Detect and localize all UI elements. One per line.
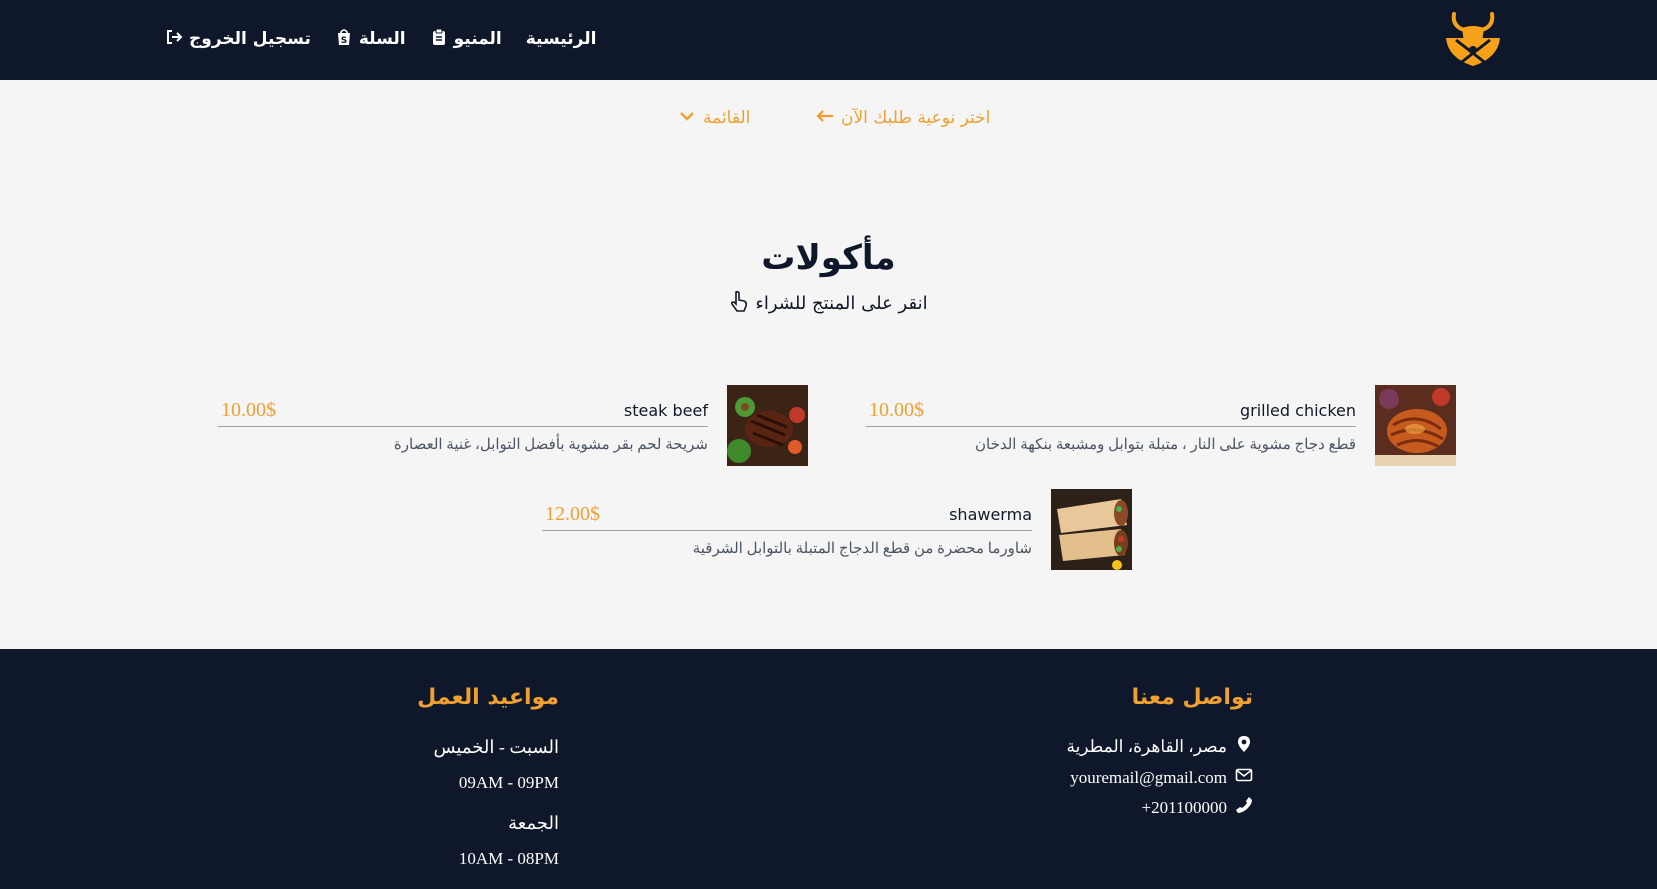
steak-beef-image: [727, 385, 808, 466]
footer: تواصل معنا مصر، القاهرة، المطرية yourema…: [0, 649, 1657, 889]
chevron-down-icon: [677, 108, 697, 129]
item-price: 12.00$: [545, 503, 600, 525]
item-price: 10.00$: [221, 399, 276, 421]
envelope-icon: [1235, 766, 1253, 789]
page-subtitle: انقر على المنتج للشراء: [755, 293, 928, 314]
choose-order-label: اختر نوعية طلبك الآن: [841, 108, 991, 128]
nav-menu-label: المنيو: [453, 29, 502, 49]
hours-days-1: السبت - الخميس: [433, 737, 559, 757]
menu-dropdown[interactable]: القائمة: [677, 104, 750, 132]
item-description: شاورما محضرة من قطع الدجاج المتبلة بالتو…: [692, 541, 1032, 557]
hours-time-1: 09AM - 09PM: [458, 773, 559, 792]
hand-pointer-icon: [729, 290, 749, 317]
navbar: تسجيل الخروج S السلة المنيو الرئيسية: [0, 0, 1657, 80]
item-header: grilled chicken 10.00$: [866, 397, 1356, 427]
page-title: مأكولات: [761, 238, 896, 278]
contact-email[interactable]: youremail@gmail.com: [1070, 766, 1253, 789]
menu-item-shawerma[interactable]: shawerma 12.00$ شاورما محضرة من قطع الدج…: [542, 489, 1132, 571]
email-text: youremail@gmail.com: [1070, 767, 1227, 787]
bull-knives-logo-icon[interactable]: [1440, 8, 1506, 72]
nav-home-label: الرئيسية: [525, 29, 597, 49]
address-text: مصر، القاهرة، المطرية: [1066, 736, 1227, 756]
item-price: 10.00$: [869, 399, 924, 421]
phone-text: +201100000: [1141, 797, 1227, 817]
contact-phone[interactable]: +201100000: [1142, 796, 1253, 819]
page-subtitle-row: انقر على المنتج للشراء: [0, 290, 1657, 317]
nav-logout-label: تسجيل الخروج: [189, 29, 311, 49]
nav-links: تسجيل الخروج S السلة المنيو الرئيسية: [165, 26, 596, 52]
shawerma-image: [1051, 489, 1132, 570]
hours-heading: مواعيد العمل: [417, 685, 559, 710]
svg-text:S: S: [341, 36, 347, 46]
phone-icon: [1235, 796, 1253, 819]
menu-item-grilled-chicken[interactable]: grilled chicken 10.00$ قطع دجاج مشوية عل…: [866, 385, 1456, 467]
map-marker-icon: [1235, 735, 1253, 758]
item-name: grilled chicken: [1239, 401, 1356, 420]
item-name: shawerma: [949, 505, 1032, 524]
item-name: steak beef: [623, 401, 708, 420]
menu-item-steak-beef[interactable]: steak beef 10.00$ شريحة لحم بقر مشوية بأ…: [218, 385, 808, 467]
menu-dropdown-label: القائمة: [703, 108, 751, 128]
nav-logout[interactable]: تسجيل الخروج: [165, 26, 311, 52]
nav-menu[interactable]: المنيو: [430, 26, 502, 52]
nav-cart-label: السلة: [358, 29, 406, 49]
item-description: قطع دجاج مشوية على النار ، متبلة بتوابل …: [974, 437, 1356, 453]
nav-home[interactable]: الرئيسية: [526, 26, 597, 52]
hours-days-2: الجمعة: [508, 813, 559, 833]
grilled-chicken-image: [1375, 385, 1456, 466]
item-header: steak beef 10.00$: [218, 397, 708, 427]
item-description: شريحة لحم بقر مشوية بأفضل التوابل، غنية …: [393, 437, 708, 453]
hours-time-2: 10AM - 08PM: [458, 849, 559, 868]
nav-cart[interactable]: S السلة: [335, 26, 406, 52]
clipboard-icon: [430, 28, 448, 51]
arrow-left-icon: [815, 108, 835, 129]
contact-heading: تواصل معنا: [1131, 685, 1253, 710]
contact-address: مصر، القاهرة، المطرية: [1066, 735, 1253, 758]
shopping-bag-icon: S: [335, 28, 353, 51]
choose-order-link[interactable]: اختر نوعية طلبك الآن: [815, 104, 990, 132]
item-header: shawerma 12.00$: [542, 501, 1032, 531]
logout-icon: [165, 28, 183, 51]
